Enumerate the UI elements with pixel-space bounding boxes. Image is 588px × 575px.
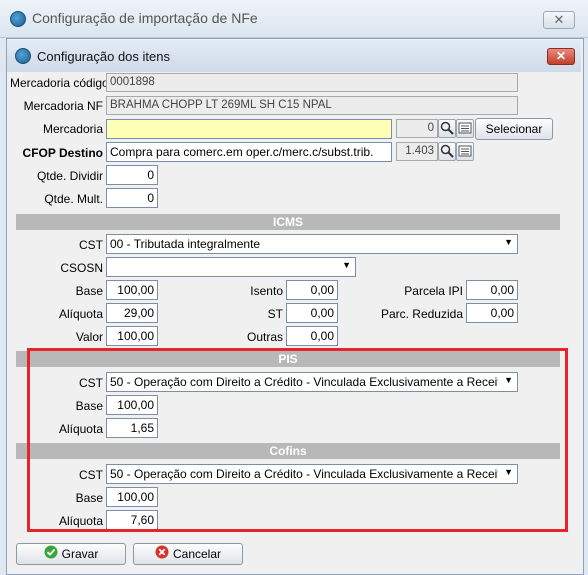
icms-st-label: ST xyxy=(267,307,283,321)
mercadoria-search-button[interactable] xyxy=(438,119,456,138)
dialog-close-button[interactable]: ✕ xyxy=(547,48,575,65)
chevron-down-icon: ▼ xyxy=(504,375,513,385)
search-icon xyxy=(440,144,454,158)
icms-base-input[interactable]: 100,00 xyxy=(106,280,158,300)
qtde-mult-label: Qtde. Mult. xyxy=(44,192,103,206)
cancel-icon xyxy=(155,545,169,565)
icms-outras-label: Outras xyxy=(246,330,283,344)
qtde-dividir-input[interactable]: 0 xyxy=(106,165,158,185)
pis-section-header: PIS xyxy=(16,351,560,367)
pis-cst-select[interactable]: 50 - Operação com Direito a Crédito - Vi… xyxy=(106,372,518,392)
csosn-label: CSOSN xyxy=(60,261,103,275)
pis-aliquota-input[interactable]: 1,65 xyxy=(106,418,158,438)
mercadoria-code-field: 0 xyxy=(396,119,438,138)
icms-cst-label: CST xyxy=(79,238,103,252)
outer-titlebar: Configuração de importação de NFe ✕ xyxy=(0,0,588,38)
cfop-list-button[interactable] xyxy=(456,142,474,161)
cancelar-label: Cancelar xyxy=(172,547,222,561)
parc-reduzida-input[interactable]: 0,00 xyxy=(466,303,518,323)
pis-cst-label: CST xyxy=(79,376,103,390)
chevron-down-icon: ▼ xyxy=(504,237,513,247)
cancelar-button[interactable]: Cancelar xyxy=(133,543,243,565)
outer-window-title: Configuração de importação de NFe xyxy=(32,10,258,26)
parc-reduzida-label: Parc. Reduzida xyxy=(380,307,463,321)
cfop-code-field: 1.403 xyxy=(396,142,438,161)
mercadoria-codigo-field[interactable]: 0001898 xyxy=(106,73,518,92)
dialog-titlebar: Configuração dos itens ✕ xyxy=(7,40,581,72)
search-icon xyxy=(440,121,454,135)
cofins-aliquota-input[interactable]: 7,60 xyxy=(106,510,158,530)
dialog-title: Configuração dos itens xyxy=(37,49,170,64)
cofins-base-input[interactable]: 100,00 xyxy=(106,487,158,507)
icms-outras-input[interactable]: 0,00 xyxy=(286,326,338,346)
icms-cst-select[interactable]: 00 - Tributada integralmente ▼ xyxy=(106,234,518,254)
cofins-cst-value: 50 - Operação com Direito a Crédito - Vi… xyxy=(110,467,498,481)
cfop-search-button[interactable] xyxy=(438,142,456,161)
mercadoria-nf-field[interactable]: BRAHMA CHOPP LT 269ML SH C15 NPAL xyxy=(106,96,518,115)
list-icon xyxy=(458,122,472,134)
mercadoria-nf-label: Mercadoria NF xyxy=(23,99,103,113)
icms-section-header: ICMS xyxy=(16,214,560,230)
mercadoria-input[interactable] xyxy=(106,119,392,139)
parcela-ipi-label: Parcela IPI xyxy=(404,284,463,298)
csosn-select[interactable]: ▼ xyxy=(106,257,356,277)
list-icon xyxy=(458,145,472,157)
parcela-ipi-input[interactable]: 0,00 xyxy=(466,280,518,300)
cfop-destino-label: CFOP Destino xyxy=(22,146,103,160)
chevron-down-icon: ▼ xyxy=(504,467,513,477)
chevron-down-icon: ▼ xyxy=(342,260,351,270)
dialog-icon xyxy=(15,48,31,64)
cofins-cst-label: CST xyxy=(79,468,103,482)
icms-valor-input[interactable]: 100,00 xyxy=(106,326,158,346)
cfop-destino-input[interactable]: Compra para comerc.em oper.c/merc.c/subs… xyxy=(106,142,392,162)
gravar-button[interactable]: Gravar xyxy=(16,543,126,565)
pis-base-label: Base xyxy=(75,399,103,413)
icms-isento-label: Isento xyxy=(250,284,283,298)
mercadoria-codigo-label: Mercadoria código xyxy=(10,76,109,90)
icms-isento-input[interactable]: 0,00 xyxy=(286,280,338,300)
app-icon xyxy=(10,11,26,27)
cofins-section-header: Cofins xyxy=(16,443,560,459)
mercadoria-label: Mercadoria xyxy=(42,122,103,136)
icms-aliquota-label: Alíquota xyxy=(58,307,103,321)
icms-cst-value: 00 - Tributada integralmente xyxy=(110,237,261,251)
cofins-cst-select[interactable]: 50 - Operação com Direito a Crédito - Vi… xyxy=(106,464,518,484)
qtde-mult-input[interactable]: 0 xyxy=(106,188,158,208)
outer-close-button[interactable]: ✕ xyxy=(543,11,575,29)
cofins-aliquota-label: Alíquota xyxy=(58,514,103,528)
cofins-base-label: Base xyxy=(75,491,103,505)
icms-valor-label: Valor xyxy=(75,330,103,344)
icms-st-input[interactable]: 0,00 xyxy=(286,303,338,323)
pis-aliquota-label: Alíquota xyxy=(58,422,103,436)
selecionar-button[interactable]: Selecionar xyxy=(475,118,553,140)
gravar-label: Gravar xyxy=(61,547,99,561)
check-icon xyxy=(44,545,58,565)
icms-aliquota-input[interactable]: 29,00 xyxy=(106,303,158,323)
mercadoria-list-button[interactable] xyxy=(456,119,474,138)
qtde-dividir-label: Qtde. Dividir xyxy=(36,169,103,183)
icms-base-label: Base xyxy=(75,284,103,298)
pis-cst-value: 50 - Operação com Direito a Crédito - Vi… xyxy=(110,375,498,389)
pis-base-input[interactable]: 100,00 xyxy=(106,395,158,415)
